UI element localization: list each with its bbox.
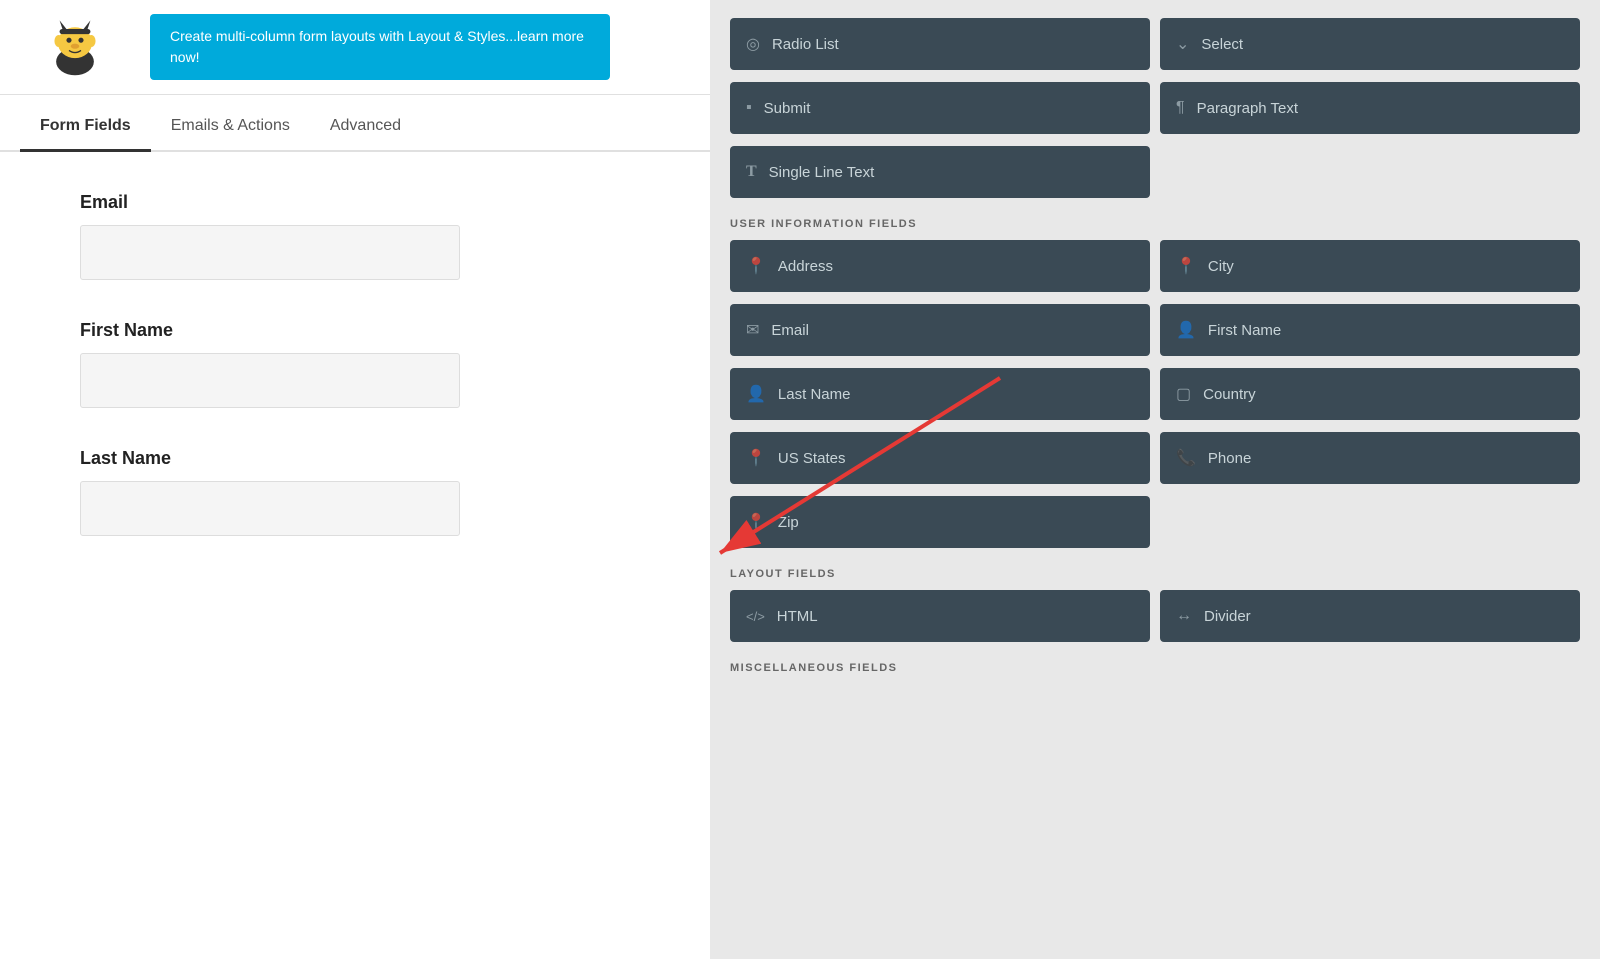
last-name-label: Last Name [80, 448, 630, 469]
country-label: Country [1203, 386, 1256, 403]
radio-list-icon: ◎ [746, 34, 760, 54]
submit-label: Submit [764, 100, 811, 117]
user-info-row2: ✉ Email 👤 First Name [730, 304, 1580, 356]
address-label: Address [778, 258, 833, 275]
first-name-field-group: First Name [80, 320, 630, 408]
city-button[interactable]: 📍 City [1160, 240, 1580, 292]
user-info-row1: 📍 Address 📍 City [730, 240, 1580, 292]
html-icon: </> [746, 609, 765, 624]
us-states-button[interactable]: 📍 US States [730, 432, 1150, 484]
standard-fields-row3: T Single Line Text [730, 146, 1580, 198]
us-states-label: US States [778, 450, 846, 467]
tab-advanced[interactable]: Advanced [310, 105, 421, 152]
logo-icon [35, 17, 115, 77]
user-info-row4: 📍 US States 📞 Phone [730, 432, 1580, 484]
left-panel: Create multi-column form layouts with La… [0, 0, 710, 959]
standard-fields-row1: ◎ Radio List ⌄ Select [730, 18, 1580, 70]
select-button[interactable]: ⌄ Select [1160, 18, 1580, 70]
first-name-field-button[interactable]: 👤 First Name [1160, 304, 1580, 356]
divider-icon: ↔ [1176, 607, 1192, 625]
email-field-group: Email [80, 192, 630, 280]
zip-button[interactable]: 📍 Zip [730, 496, 1150, 548]
email-label: Email [80, 192, 630, 213]
divider-button[interactable]: ↔ Divider [1160, 590, 1580, 642]
phone-button[interactable]: 📞 Phone [1160, 432, 1580, 484]
paragraph-icon: ¶ [1176, 99, 1185, 117]
select-icon: ⌄ [1176, 34, 1189, 54]
select-label: Select [1201, 36, 1243, 53]
paragraph-label: Paragraph Text [1197, 100, 1298, 117]
submit-icon: ▪ [746, 99, 752, 117]
phone-label: Phone [1208, 450, 1251, 467]
radio-list-label: Radio List [772, 36, 839, 53]
html-label: HTML [777, 608, 818, 625]
misc-title: MISCELLANEOUS FIELDS [730, 662, 1580, 674]
address-icon: 📍 [746, 256, 766, 276]
single-line-text-button[interactable]: T Single Line Text [730, 146, 1150, 198]
first-name-field-icon: 👤 [1176, 320, 1196, 340]
first-name-label: First Name [80, 320, 630, 341]
user-info-row5: 📍 Zip [730, 496, 1580, 548]
divider-label: Divider [1204, 608, 1251, 625]
tab-form-fields[interactable]: Form Fields [20, 105, 151, 152]
email-field-button[interactable]: ✉ Email [730, 304, 1150, 356]
last-name-input[interactable] [80, 481, 460, 536]
last-name-field-group: Last Name [80, 448, 630, 536]
submit-button[interactable]: ▪ Submit [730, 82, 1150, 134]
city-label: City [1208, 258, 1234, 275]
radio-list-button[interactable]: ◎ Radio List [730, 18, 1150, 70]
last-name-field-button[interactable]: 👤 Last Name [730, 368, 1150, 420]
html-button[interactable]: </> HTML [730, 590, 1150, 642]
city-icon: 📍 [1176, 256, 1196, 276]
first-name-field-label: First Name [1208, 322, 1281, 339]
us-states-icon: 📍 [746, 448, 766, 468]
promo-banner: Create multi-column form layouts with La… [150, 14, 610, 80]
logo [20, 12, 130, 82]
email-field-icon: ✉ [746, 320, 759, 340]
tabs-bar: Form Fields Emails & Actions Advanced [0, 105, 710, 152]
email-input[interactable] [80, 225, 460, 280]
zip-icon: 📍 [746, 512, 766, 532]
right-panel: ◎ Radio List ⌄ Select ▪ Submit ¶ Paragra… [710, 0, 1600, 959]
single-line-icon: T [746, 163, 757, 181]
address-button[interactable]: 📍 Address [730, 240, 1150, 292]
layout-section: LAYOUT FIELDS </> HTML ↔ Divider [730, 568, 1580, 642]
last-name-field-icon: 👤 [746, 384, 766, 404]
paragraph-text-button[interactable]: ¶ Paragraph Text [1160, 82, 1580, 134]
header: Create multi-column form layouts with La… [0, 0, 710, 95]
form-content: Email First Name Last Name [0, 152, 710, 959]
phone-icon: 📞 [1176, 448, 1196, 468]
user-info-row3: 👤 Last Name ▢ Country [730, 368, 1580, 420]
single-line-label: Single Line Text [769, 164, 875, 181]
misc-section: MISCELLANEOUS FIELDS [730, 662, 1580, 674]
zip-label: Zip [778, 514, 799, 531]
last-name-field-label: Last Name [778, 386, 851, 403]
layout-row1: </> HTML ↔ Divider [730, 590, 1580, 642]
country-icon: ▢ [1176, 384, 1191, 404]
country-button[interactable]: ▢ Country [1160, 368, 1580, 420]
tab-emails-actions[interactable]: Emails & Actions [151, 105, 310, 152]
first-name-input[interactable] [80, 353, 460, 408]
user-info-title: USER INFORMATION FIELDS [730, 218, 1580, 230]
user-info-section: USER INFORMATION FIELDS 📍 Address 📍 City… [730, 218, 1580, 548]
layout-title: LAYOUT FIELDS [730, 568, 1580, 580]
email-field-label: Email [771, 322, 809, 339]
standard-fields-row2: ▪ Submit ¶ Paragraph Text [730, 82, 1580, 134]
